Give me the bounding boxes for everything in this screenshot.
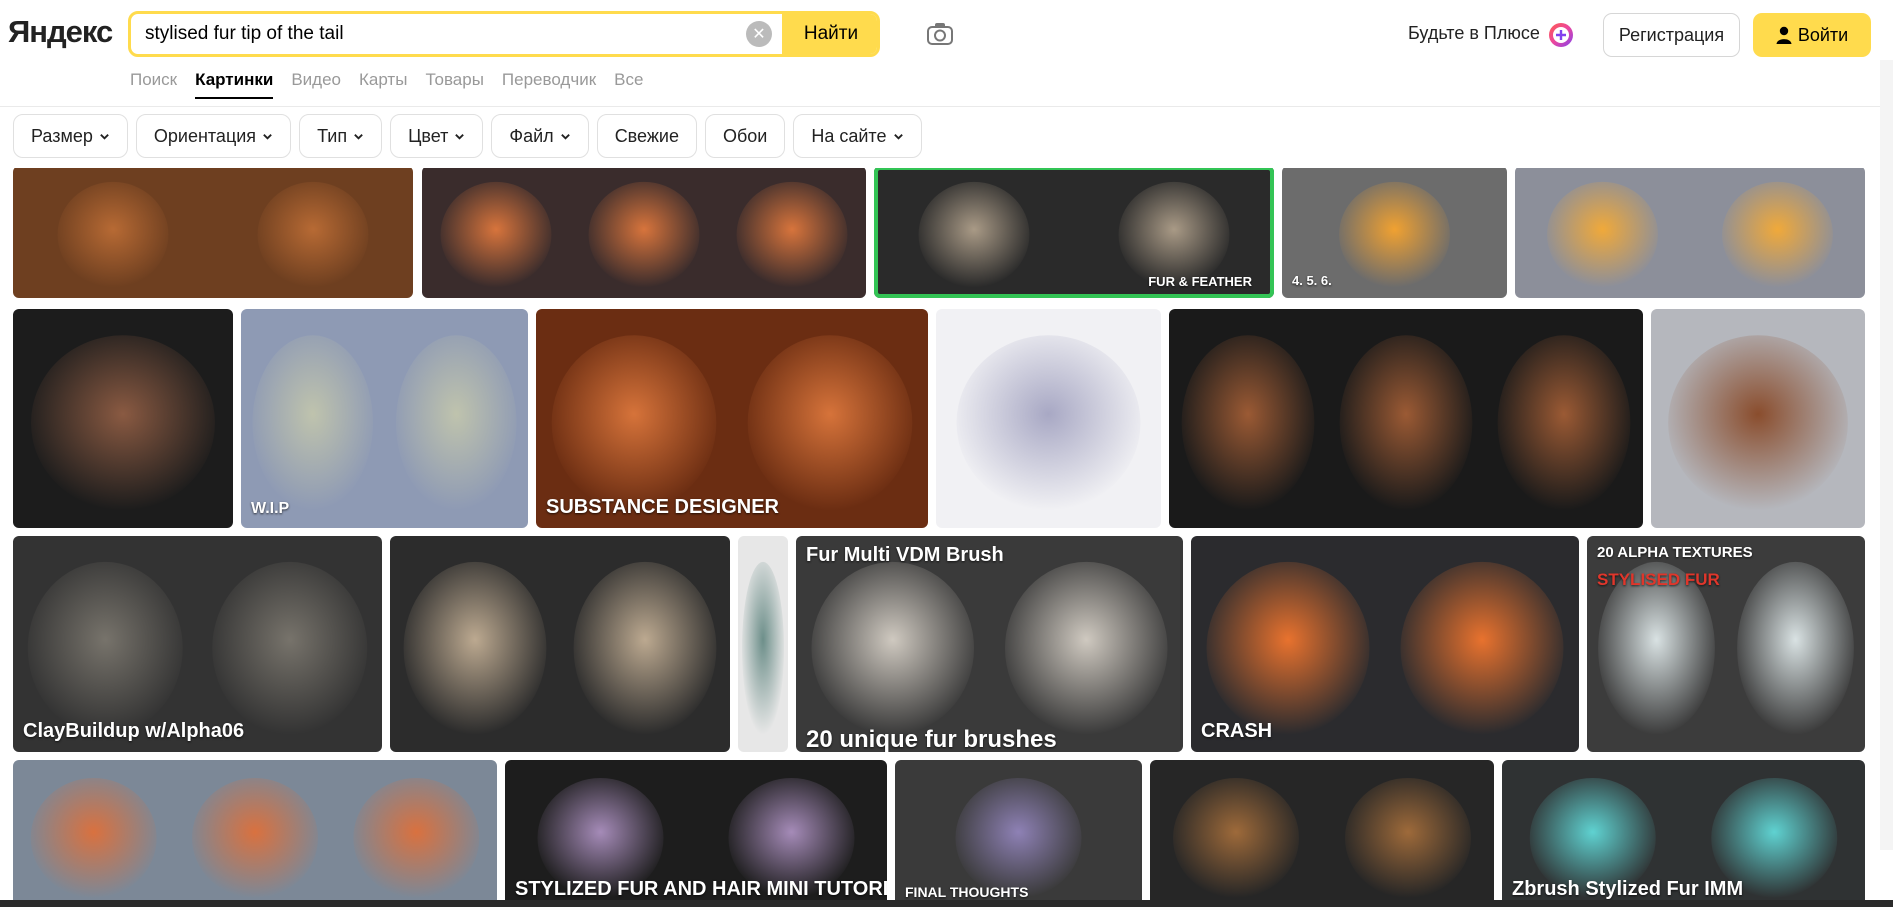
image-thumbnail [738, 536, 788, 752]
find-button[interactable]: Найти [782, 14, 877, 54]
chevron-down-icon [100, 133, 109, 140]
service-nav: Поиск Картинки Видео Карты Товары Перево… [130, 70, 643, 99]
image-thumbnail [895, 760, 1142, 902]
nav-goods[interactable]: Товары [425, 70, 483, 99]
filter-orientation[interactable]: Ориентация [135, 114, 292, 158]
image-thumbnail [390, 536, 730, 752]
image-result-tile[interactable]: SUBSTANCE DESIGNER [536, 309, 928, 528]
filter-site[interactable]: На сайте [793, 114, 922, 158]
filter-label: Тип [317, 125, 348, 146]
image-result-tile[interactable] [13, 760, 497, 902]
image-result-tile[interactable]: 4. 5. 6. [1282, 168, 1507, 298]
image-thumbnail [13, 168, 413, 298]
filter-label: Размер [31, 125, 93, 146]
filter-size[interactable]: Размер [13, 114, 128, 158]
chevron-down-icon [354, 133, 363, 140]
image-result-tile[interactable] [1651, 309, 1865, 528]
image-result-tile[interactable]: Zbrush Stylized Fur IMM [1502, 760, 1865, 902]
chevron-down-icon [560, 133, 570, 140]
image-result-tile[interactable] [1150, 760, 1494, 902]
bottom-strip [0, 900, 1893, 907]
chevron-down-icon [455, 133, 465, 140]
filter-wallpapers[interactable]: Обои [704, 114, 786, 158]
filter-label: На сайте [811, 125, 887, 146]
image-result-tile[interactable] [422, 168, 866, 298]
register-button[interactable]: Регистрация [1603, 13, 1740, 57]
filter-type[interactable]: Тип [299, 114, 383, 158]
plus-promo-link[interactable]: Будьте в Плюсе [1408, 23, 1540, 44]
chevron-down-icon [893, 133, 903, 140]
image-result-tile[interactable] [738, 536, 788, 752]
image-result-tile[interactable]: STYLIZED FUR AND HAIR MINI TUTORIAL [505, 760, 887, 902]
image-result-tile[interactable]: FINAL THOUGHTS [895, 760, 1142, 902]
image-thumbnail [1515, 168, 1865, 298]
chevron-down-icon [263, 133, 272, 140]
tile-caption: 4. 5. 6. [1292, 273, 1332, 288]
plus-icon[interactable] [1548, 22, 1574, 48]
nav-search[interactable]: Поиск [130, 70, 177, 99]
image-grid: FUR & FEATHER 4. 5. 6. W.I.P SUBSTANCE DESI… [0, 168, 1893, 902]
nav-images[interactable]: Картинки [195, 70, 274, 99]
filter-label: Свежие [614, 125, 679, 146]
image-result-tile[interactable] [936, 309, 1161, 528]
tile-subcaption: STYLISED FUR [1597, 570, 1720, 589]
yandex-logo[interactable]: Яндекс [8, 14, 113, 50]
image-thumbnail [1150, 760, 1494, 902]
tile-caption: CRASH [1201, 720, 1273, 742]
tile-caption: ClayBuildup w/Alpha06 [23, 720, 245, 742]
filter-color[interactable]: Цвет [390, 114, 484, 158]
tile-caption: SUBSTANCE DESIGNER [546, 496, 779, 518]
user-icon [1776, 26, 1792, 44]
image-result-tile[interactable] [1169, 309, 1643, 528]
page-scrollbar[interactable] [1880, 60, 1893, 850]
image-thumbnail [241, 309, 528, 528]
tile-caption: FUR & FEATHER [1148, 274, 1252, 289]
nav-maps[interactable]: Карты [359, 70, 407, 99]
camera-icon[interactable] [925, 20, 955, 48]
filter-file[interactable]: Файл [491, 114, 589, 158]
tile-caption: STYLIZED FUR AND HAIR MINI TUTORIAL [515, 878, 887, 900]
image-thumbnail [1651, 309, 1865, 528]
logo-text: Яндекс [8, 14, 113, 49]
image-thumbnail [936, 309, 1161, 528]
nav-video[interactable]: Видео [291, 70, 341, 99]
image-result-tile[interactable] [13, 168, 413, 298]
image-thumbnail [13, 760, 497, 902]
image-result-tile[interactable]: Fur Multi VDM Brush 20 unique fur brushes [796, 536, 1183, 752]
image-result-tile[interactable]: W.I.P [241, 309, 528, 528]
image-result-tile[interactable]: FUR & FEATHER [874, 168, 1274, 298]
filter-label: Файл [509, 125, 554, 146]
header: Яндекс ✕ Найти Будьте в Плюсе Регистраци… [0, 0, 1893, 107]
filter-fresh[interactable]: Свежие [596, 114, 697, 158]
filter-label: Обои [722, 125, 768, 146]
filter-label: Цвет [408, 125, 449, 146]
nav-translator[interactable]: Переводчик [502, 70, 596, 99]
image-thumbnail [422, 168, 866, 298]
image-result-tile[interactable]: CRASH [1191, 536, 1579, 752]
filter-label: Ориентация [153, 125, 257, 146]
login-label: Войти [1797, 24, 1849, 45]
image-thumbnail [13, 309, 233, 528]
tile-caption: Zbrush Stylized Fur IMM [1512, 878, 1744, 900]
image-result-tile[interactable] [1515, 168, 1865, 298]
tile-caption: FINAL THOUGHTS [905, 884, 1029, 900]
image-result-tile[interactable]: ClayBuildup w/Alpha06 [13, 536, 382, 752]
image-result-tile[interactable]: 20 ALPHA TEXTURES STYLISED FUR [1587, 536, 1865, 752]
tile-caption: Fur Multi VDM Brush [806, 544, 1004, 566]
tile-caption: 20 ALPHA TEXTURES [1597, 544, 1753, 561]
image-result-tile[interactable] [390, 536, 730, 752]
tile-subcaption: 20 unique fur brushes [806, 726, 1057, 752]
image-result-tile[interactable] [13, 309, 233, 528]
image-thumbnail [796, 536, 1183, 752]
search-input[interactable] [131, 14, 746, 54]
filter-bar: Размер Ориентация Тип Цвет Файл Свежие О… [13, 114, 922, 158]
login-button[interactable]: Войти [1753, 13, 1871, 57]
nav-all[interactable]: Все [614, 70, 643, 99]
search-box: ✕ Найти [128, 11, 880, 57]
image-thumbnail [1169, 309, 1643, 528]
clear-search-icon[interactable]: ✕ [746, 21, 772, 47]
tile-caption: W.I.P [251, 500, 290, 517]
image-thumbnail [1587, 536, 1865, 752]
